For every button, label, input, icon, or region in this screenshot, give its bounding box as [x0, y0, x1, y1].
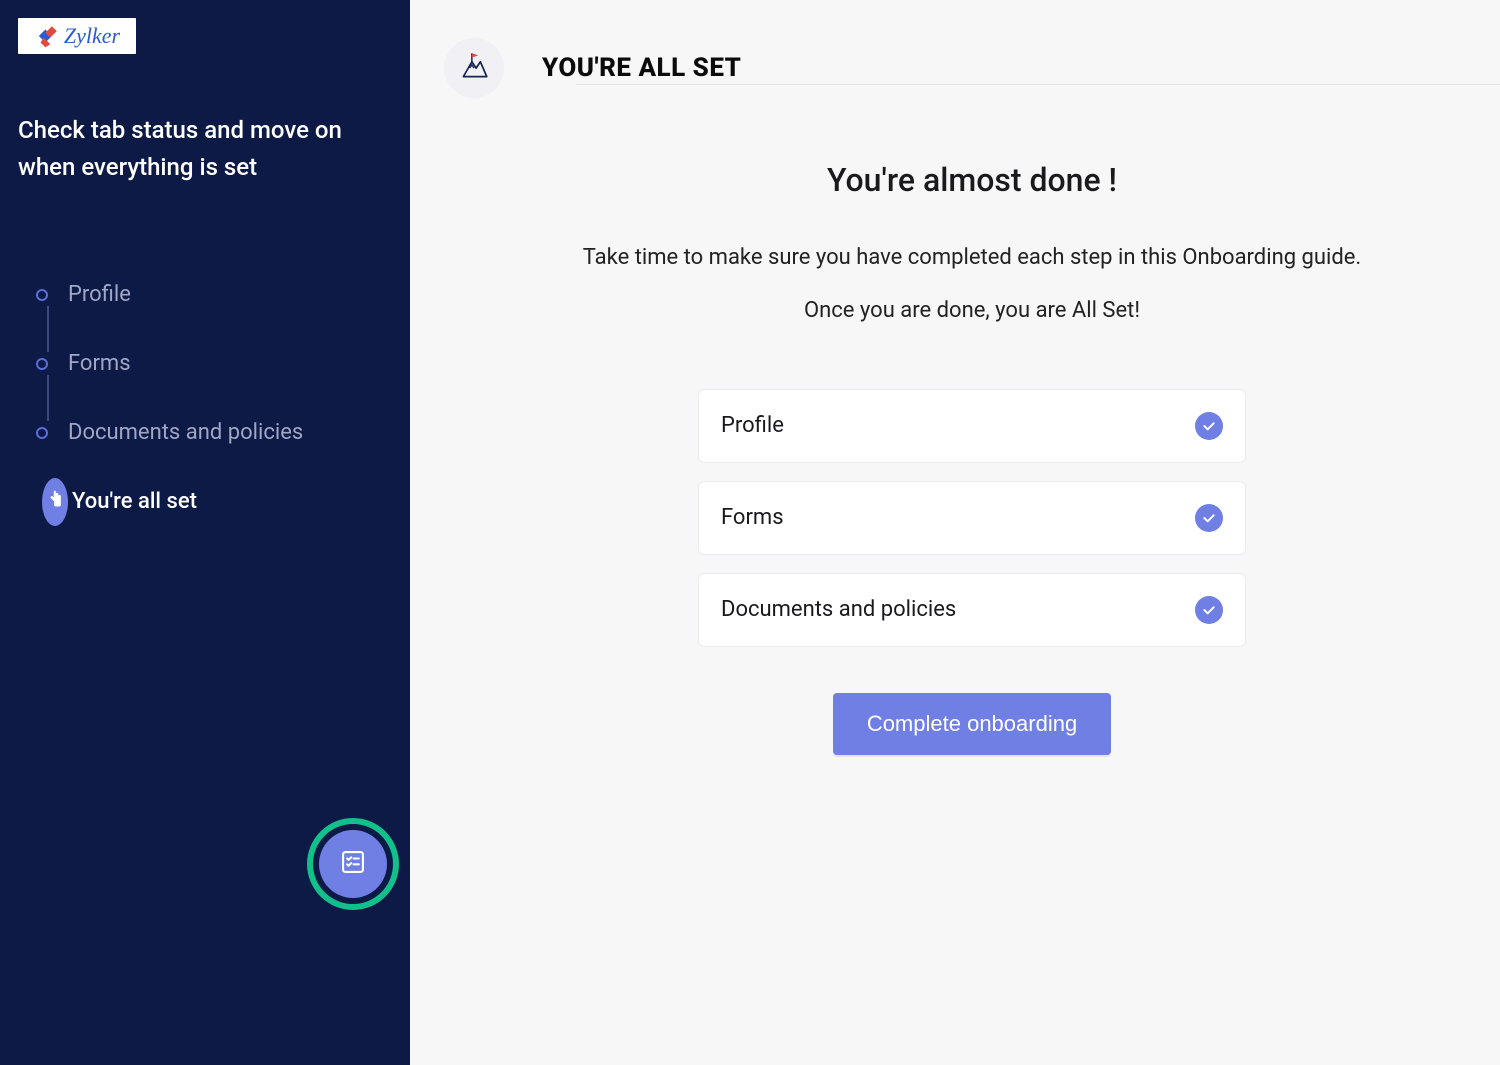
step-dot-icon: [36, 427, 48, 439]
brand-name: Zylker: [64, 23, 120, 49]
mountain-flag-icon: [457, 49, 491, 87]
step-marker: [18, 478, 68, 526]
main-inner: YOU'RE ALL SET You're almost done ! Take…: [410, 38, 1500, 755]
checklist: Profile Forms Documents and policies: [698, 389, 1246, 647]
checklist-item-profile[interactable]: Profile: [698, 389, 1246, 463]
main-panel: YOU'RE ALL SET You're almost done ! Take…: [410, 0, 1500, 1065]
fab-button[interactable]: [319, 830, 387, 898]
step-dot-icon: [36, 358, 48, 370]
header-divider: [576, 84, 1500, 85]
page-header: YOU'RE ALL SET: [444, 38, 1500, 98]
checklist-item-label: Forms: [721, 505, 784, 530]
step-label: Documents and policies: [68, 420, 303, 445]
step-marker: [18, 427, 68, 439]
cta-wrap: Complete onboarding: [444, 693, 1500, 755]
checklist-fab[interactable]: [307, 818, 399, 910]
check-complete-icon: [1195, 504, 1223, 532]
sidebar-step-profile[interactable]: Profile: [18, 260, 392, 329]
summary-heading: You're almost done !: [444, 161, 1500, 199]
brand-logo-mark: [34, 23, 60, 49]
active-step-badge: [42, 478, 68, 526]
checklist-item-forms[interactable]: Forms: [698, 481, 1246, 555]
app-root: Zylker Check tab status and move on when…: [0, 0, 1500, 1065]
complete-onboarding-button[interactable]: Complete onboarding: [833, 693, 1111, 755]
hand-icon: [45, 489, 65, 514]
step-label: Forms: [68, 351, 131, 376]
step-label: Profile: [68, 282, 131, 307]
sidebar-step-forms[interactable]: Forms: [18, 329, 392, 398]
sidebar-step-all-set[interactable]: You're all set: [18, 467, 392, 536]
hero-icon-circle: [444, 38, 504, 98]
checklist-item-label: Profile: [721, 413, 784, 438]
fab-highlight-ring: [307, 818, 399, 910]
step-label: You're all set: [72, 489, 197, 514]
check-complete-icon: [1195, 596, 1223, 624]
summary-block: You're almost done ! Take time to make s…: [444, 161, 1500, 327]
summary-text-2: Once you are done, you are All Set!: [444, 296, 1500, 327]
step-marker: [18, 358, 68, 370]
page-title: YOU'RE ALL SET: [542, 53, 741, 83]
check-complete-icon: [1195, 412, 1223, 440]
summary-text-1: Take time to make sure you have complete…: [444, 243, 1500, 274]
sidebar-step-documents[interactable]: Documents and policies: [18, 398, 392, 467]
checklist-item-documents[interactable]: Documents and policies: [698, 573, 1246, 647]
checklist-icon: [339, 848, 367, 880]
step-marker: [18, 289, 68, 301]
checklist-item-label: Documents and policies: [721, 597, 956, 622]
sidebar-title: Check tab status and move on when everyt…: [18, 112, 392, 186]
sidebar-steps: Profile Forms Documents and policies: [18, 260, 392, 536]
sidebar: Zylker Check tab status and move on when…: [0, 0, 410, 1065]
step-dot-icon: [36, 289, 48, 301]
brand-logo: Zylker: [18, 18, 136, 54]
